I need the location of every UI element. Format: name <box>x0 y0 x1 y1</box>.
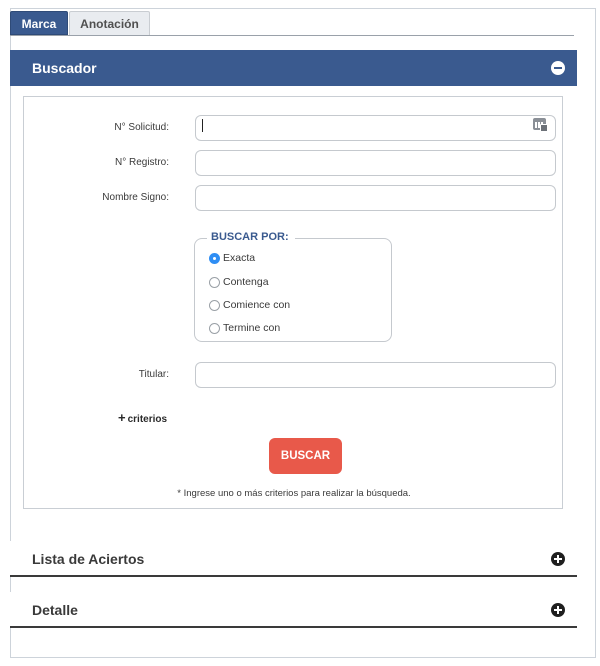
plus-icon: + <box>118 410 126 425</box>
expand-plus-icon[interactable] <box>551 552 565 566</box>
lista-aciertos-header[interactable]: Lista de Aciertos <box>10 541 577 577</box>
solicitud-input[interactable] <box>195 115 556 141</box>
buscador-panel: N° Solicitud: N° Registro: Nombre Signo:… <box>23 96 563 509</box>
tab-anotacion[interactable]: Anotación <box>69 11 150 35</box>
nombre-signo-label: Nombre Signo: <box>102 192 169 203</box>
detalle-header[interactable]: Detalle <box>10 592 577 628</box>
buscador-header[interactable]: Buscador <box>10 50 577 86</box>
radio-label: Contenga <box>223 276 269 288</box>
detalle-title: Detalle <box>32 602 78 618</box>
search-button[interactable]: BUSCAR <box>269 438 342 474</box>
lista-aciertos-title: Lista de Aciertos <box>32 551 145 567</box>
radio-unselected-icon[interactable] <box>209 300 220 311</box>
registro-label: N° Registro: <box>114 157 169 168</box>
more-criteria-link[interactable]: + criterios <box>118 410 167 425</box>
calendar-icon[interactable] <box>533 118 548 132</box>
radio-label: Exacta <box>223 252 256 264</box>
radio-unselected-icon[interactable] <box>209 323 220 334</box>
tab-marca[interactable]: Marca <box>10 11 68 35</box>
titular-label: Titular: <box>138 369 169 380</box>
registro-input[interactable] <box>195 150 556 176</box>
radio-selected-icon[interactable] <box>209 253 220 264</box>
radio-label: Termine con <box>223 322 281 334</box>
nombre-signo-input[interactable] <box>195 185 556 211</box>
collapse-minus-icon[interactable] <box>551 61 565 75</box>
buscador-title: Buscador <box>32 60 97 76</box>
solicitud-label: N° Solicitud: <box>114 122 169 133</box>
buscar-por-legend: BUSCAR POR: <box>207 231 295 243</box>
more-criteria-label: criterios <box>127 414 168 425</box>
search-hint: * Ingrese uno o más criterios para reali… <box>177 488 411 499</box>
titular-input[interactable] <box>195 362 556 388</box>
radio-label: Comience con <box>223 299 291 311</box>
text-caret <box>202 119 203 132</box>
tab-divider <box>10 35 574 36</box>
expand-plus-icon[interactable] <box>551 603 565 617</box>
radio-unselected-icon[interactable] <box>209 277 220 288</box>
